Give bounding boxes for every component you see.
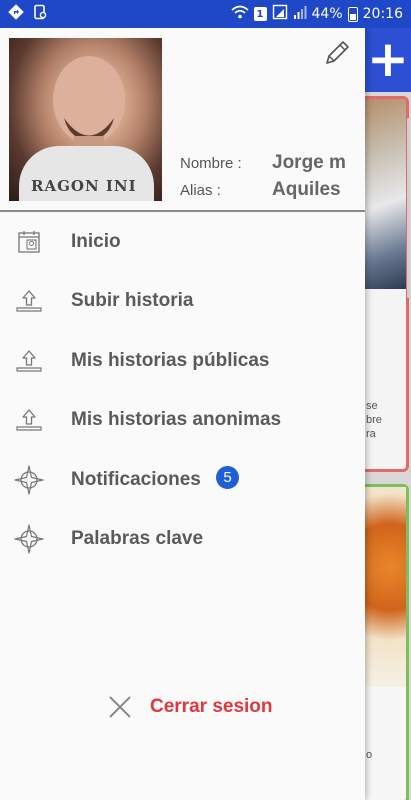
profile-header: RAGON INI Nombre : Jorge m Alias : Aquil… [0, 28, 365, 210]
pencil-icon [321, 37, 353, 74]
calendar-icon [14, 227, 44, 257]
navigation-drawer: RAGON INI Nombre : Jorge m Alias : Aquil… [0, 28, 365, 800]
scrollbar[interactable] [407, 118, 410, 298]
menu-item-notificaciones[interactable]: Notificaciones 5 [0, 450, 365, 510]
navigation-icon [8, 4, 24, 24]
screenshot-icon [32, 4, 48, 24]
sim-badge: 1 [253, 7, 267, 21]
logout-label: Cerrar sesion [150, 696, 273, 717]
menu-item-subir-historia[interactable]: Subir historia [0, 272, 365, 332]
menu-item-palabras-clave[interactable]: Palabras clave [0, 510, 365, 570]
name-row: Nombre : Jorge m [180, 152, 346, 174]
background-card-image [365, 487, 406, 687]
alias-row: Alias : Aquiles [180, 179, 341, 201]
battery-icon [347, 6, 358, 22]
background-card-image [365, 99, 406, 289]
name-label: Nombre : [180, 155, 242, 172]
battery-level: 44% [311, 6, 343, 22]
drawer-menu: Inicio Subir historia Mis historias públ… [0, 212, 365, 569]
menu-item-label: Mis historias anonimas [71, 409, 282, 431]
background-app: + se bre ra o [365, 28, 411, 800]
background-card[interactable]: se bre ra [365, 96, 409, 472]
clock: 20:16 [362, 6, 403, 22]
menu-item-label: Inicio [71, 230, 121, 252]
menu-item-label: Notificaciones [71, 468, 201, 490]
status-bar: 1 44% 20:16 [0, 0, 411, 28]
menu-item-mis-historias-anonimas[interactable]: Mis historias anonimas [0, 391, 365, 451]
menu-item-label: Palabras clave [71, 528, 204, 550]
logout-button[interactable]: Cerrar sesion [106, 693, 273, 721]
menu-item-mis-historias-publicas[interactable]: Mis historias públicas [0, 331, 365, 391]
background-card-text: o [366, 749, 373, 761]
menu-item-label: Mis historias públicas [71, 349, 270, 371]
close-icon [106, 693, 134, 721]
avatar-shirt-text: RAGON INI [31, 177, 137, 195]
signal-icon-1 [272, 4, 288, 24]
alias-value: Aquiles [272, 179, 341, 200]
menu-item-label: Subir historia [71, 290, 194, 312]
avatar[interactable]: RAGON INI [9, 38, 162, 201]
upload-icon [14, 286, 44, 316]
notification-badge: 5 [216, 466, 239, 489]
background-header: + [365, 28, 411, 92]
add-icon[interactable]: + [367, 34, 409, 84]
upload-icon [14, 405, 44, 435]
name-value: Jorge m [272, 152, 346, 173]
signal-icon-2 [293, 4, 307, 24]
compass-icon [14, 524, 44, 554]
alias-label: Alias : [180, 182, 221, 199]
background-card-text: se bre ra [366, 400, 382, 440]
upload-icon [14, 346, 44, 376]
compass-icon [14, 465, 44, 495]
wifi-icon [230, 5, 249, 23]
background-card[interactable]: o [365, 484, 409, 800]
menu-item-inicio[interactable]: Inicio [0, 212, 365, 272]
edit-profile-button[interactable] [320, 38, 354, 72]
